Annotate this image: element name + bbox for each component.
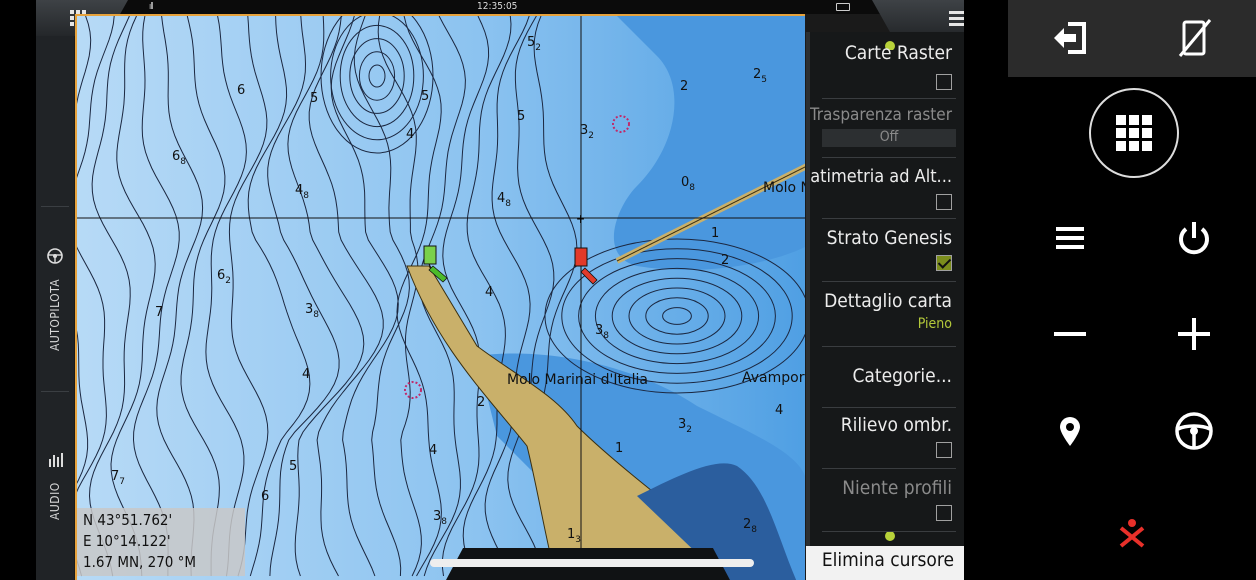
- clock: 12:35:05: [477, 1, 518, 12]
- menu-tab[interactable]: [872, 0, 964, 36]
- mob-button[interactable]: [1114, 512, 1150, 552]
- audio-label: AUDIO: [48, 482, 62, 520]
- depth-sounding: 5: [517, 109, 525, 124]
- menu-button[interactable]: [1050, 218, 1090, 258]
- menu-item-rilievo-ombr[interactable]: Rilievo ombr.: [822, 408, 956, 469]
- depth-sounding: 2: [721, 253, 729, 268]
- top-button-strip: [1008, 0, 1256, 77]
- hamburger-icon: [949, 11, 964, 26]
- depth-sounding: 4: [775, 403, 783, 418]
- cursor-position-box: N 43°51.762' E 10°14.122' 1.67 MN, 270 °…: [77, 508, 245, 576]
- cursor-cross: +: [576, 212, 585, 226]
- left-sidebar: AUTOPILOTA AUDIO: [36, 36, 74, 580]
- menu-label: Carte Raster: [844, 42, 952, 64]
- steering-wheel-icon: [1175, 412, 1213, 450]
- menu-item-trasparenza-raster: Trasparenza raster Off: [810, 99, 956, 158]
- depth-sounding: 7: [155, 305, 163, 320]
- apps-button[interactable]: [1089, 88, 1179, 178]
- menu-label: Strato Genesis: [826, 227, 952, 249]
- waypoint-button[interactable]: [1050, 410, 1090, 454]
- audio-tab[interactable]: AUDIO: [36, 436, 74, 576]
- phone-off-icon: [1178, 19, 1212, 57]
- equalizer-icon: [49, 453, 63, 467]
- depth-sounding: 4: [429, 443, 437, 458]
- depth-sounding: 6: [261, 489, 269, 504]
- menu-item-niente-profili[interactable]: Niente profili: [822, 469, 956, 532]
- cursor-range-bearing: 1.67 MN, 270 °M: [83, 553, 197, 571]
- menu-item-strato-genesis[interactable]: Strato Genesis: [822, 219, 956, 282]
- checkbox-rilievo[interactable]: [936, 442, 952, 458]
- depth-sounding: 2: [477, 395, 485, 410]
- elimina-cursore-button[interactable]: Elimina cursore: [806, 546, 964, 580]
- exit-icon: [1054, 22, 1086, 54]
- dettaglio-value: Pieno: [917, 316, 952, 332]
- menu-label: Categorie...: [852, 365, 952, 387]
- checkbox-profili[interactable]: [936, 505, 952, 521]
- status-bar: ıll 12:35:05: [36, 0, 964, 14]
- menu-item-batimetria[interactable]: Batimetria ad Alt...: [810, 158, 956, 219]
- chartplotter-screen: ıll 12:35:05 AUTOPILOTA AUDIO + Molo Mar…: [36, 0, 964, 580]
- menu-item-dettaglio-carta[interactable]: Dettaglio carta Pieno: [822, 282, 956, 347]
- menu-label: Rilievo ombr.: [840, 414, 952, 436]
- depth-sounding: 5: [310, 91, 318, 106]
- plus-icon: [1178, 318, 1210, 350]
- man-overboard-icon: [1119, 519, 1145, 548]
- sidebar-divider: [41, 391, 69, 392]
- zoom-out-button[interactable]: [1050, 314, 1090, 354]
- cursor-latitude: N 43°51.762': [83, 511, 173, 529]
- location-pin-icon: [1060, 417, 1080, 446]
- label-avamport: Avamport: [742, 370, 805, 386]
- menu-label: Trasparenza raster: [809, 105, 952, 125]
- zoom-in-button[interactable]: [1172, 312, 1216, 356]
- checkbox-carte-raster[interactable]: [936, 74, 952, 90]
- chart-layers-menu: Carte Raster Trasparenza raster Off Bati…: [806, 32, 964, 548]
- bottom-sheet-handle[interactable]: [430, 559, 754, 567]
- battery-icon: [836, 3, 850, 11]
- label-molo-marinai: Molo Marinai d'Italia: [507, 372, 648, 388]
- depth-sounding: 4: [406, 127, 414, 142]
- steering-wheel-icon: [47, 248, 63, 264]
- phone-off-button[interactable]: [1172, 18, 1216, 58]
- scroll-down-icon[interactable]: [883, 532, 897, 542]
- power-icon: [1179, 222, 1209, 255]
- minus-icon: [1054, 332, 1086, 336]
- nautical-chart[interactable]: + Molo Marinai d'Italia Molo N Avamport …: [75, 14, 805, 580]
- depth-sounding: 4: [302, 367, 310, 382]
- signal-icon: ıll: [149, 2, 154, 12]
- menu-item-categorie[interactable]: Categorie...: [822, 347, 956, 408]
- menu-item-carte-raster[interactable]: Carte Raster: [822, 38, 956, 99]
- trasparenza-value: Off: [822, 129, 956, 147]
- exit-button[interactable]: [1048, 18, 1092, 58]
- checkbox-strato-genesis[interactable]: [936, 255, 952, 271]
- autopilot-label: AUTOPILOTA: [48, 278, 62, 351]
- autopilot-tab[interactable]: AUTOPILOTA: [36, 216, 74, 396]
- depth-sounding: 5: [421, 89, 429, 104]
- depth-sounding: 2: [680, 79, 688, 94]
- depth-sounding: 4: [485, 285, 493, 300]
- cursor-longitude: E 10°14.122': [83, 532, 171, 550]
- grid-icon: [1116, 115, 1152, 151]
- remote-control-panel: [964, 0, 1256, 580]
- menu-label: Dettaglio carta: [824, 290, 952, 312]
- depth-sounding: 1: [615, 441, 623, 456]
- power-button[interactable]: [1172, 216, 1216, 260]
- menu-label: Batimetria ad Alt...: [806, 166, 952, 187]
- depth-sounding: 1: [711, 226, 719, 241]
- sidebar-divider: [41, 206, 69, 207]
- hamburger-icon: [1056, 227, 1084, 249]
- label-molo-top: Molo N: [763, 180, 805, 196]
- depth-sounding: 6: [237, 83, 245, 98]
- autopilot-button[interactable]: [1172, 408, 1216, 454]
- menu-label: Niente profili: [842, 477, 952, 499]
- depth-sounding: 5: [289, 459, 297, 474]
- checkbox-batimetria[interactable]: [936, 194, 952, 210]
